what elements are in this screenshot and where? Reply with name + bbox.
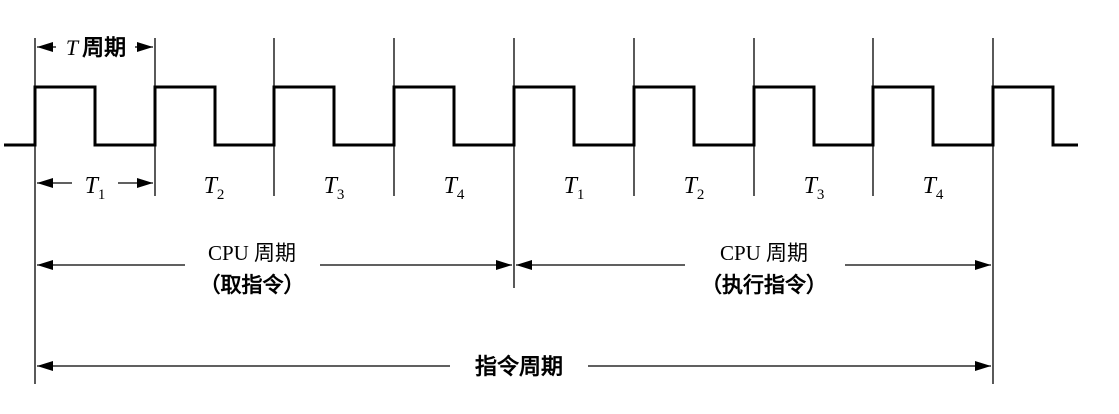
clock-waveform	[4, 85, 1078, 147]
boundary-lines	[34, 38, 994, 384]
timing-diagram-svg: T 周期 T1 T2 T3 T4 T1 T2 T3 T4 CPU 周期 （取指令）…	[4, 35, 1078, 384]
state-label: T1	[85, 173, 106, 203]
period-dimension: T 周期	[37, 35, 153, 61]
cpu-cycle-note: （执行指令）	[701, 273, 827, 297]
cpu-cycle-fetch: CPU 周期 （取指令）	[37, 241, 512, 297]
period-label: T 周期	[66, 35, 126, 61]
instruction-cycle-label: 指令周期	[475, 354, 563, 380]
state-label: T4	[444, 173, 465, 203]
state-label: T3	[804, 173, 825, 203]
cpu-cycle-title: CPU 周期	[208, 241, 296, 265]
cpu-cycle-note: （取指令）	[200, 273, 305, 297]
cpu-cycle-execute: CPU 周期 （执行指令）	[516, 241, 991, 297]
instruction-cycle: 指令周期	[37, 354, 991, 380]
instruction-cycle-timing-diagram: T 周期 T1 T2 T3 T4 T1 T2 T3 T4 CPU 周期 （取指令）…	[0, 0, 1119, 414]
state-label: T4	[923, 173, 944, 203]
state-label: T2	[684, 173, 705, 203]
state-label: T2	[204, 173, 225, 203]
state-label: T1	[564, 173, 585, 203]
cpu-cycle-title: CPU 周期	[720, 241, 808, 265]
state-label: T3	[324, 173, 345, 203]
